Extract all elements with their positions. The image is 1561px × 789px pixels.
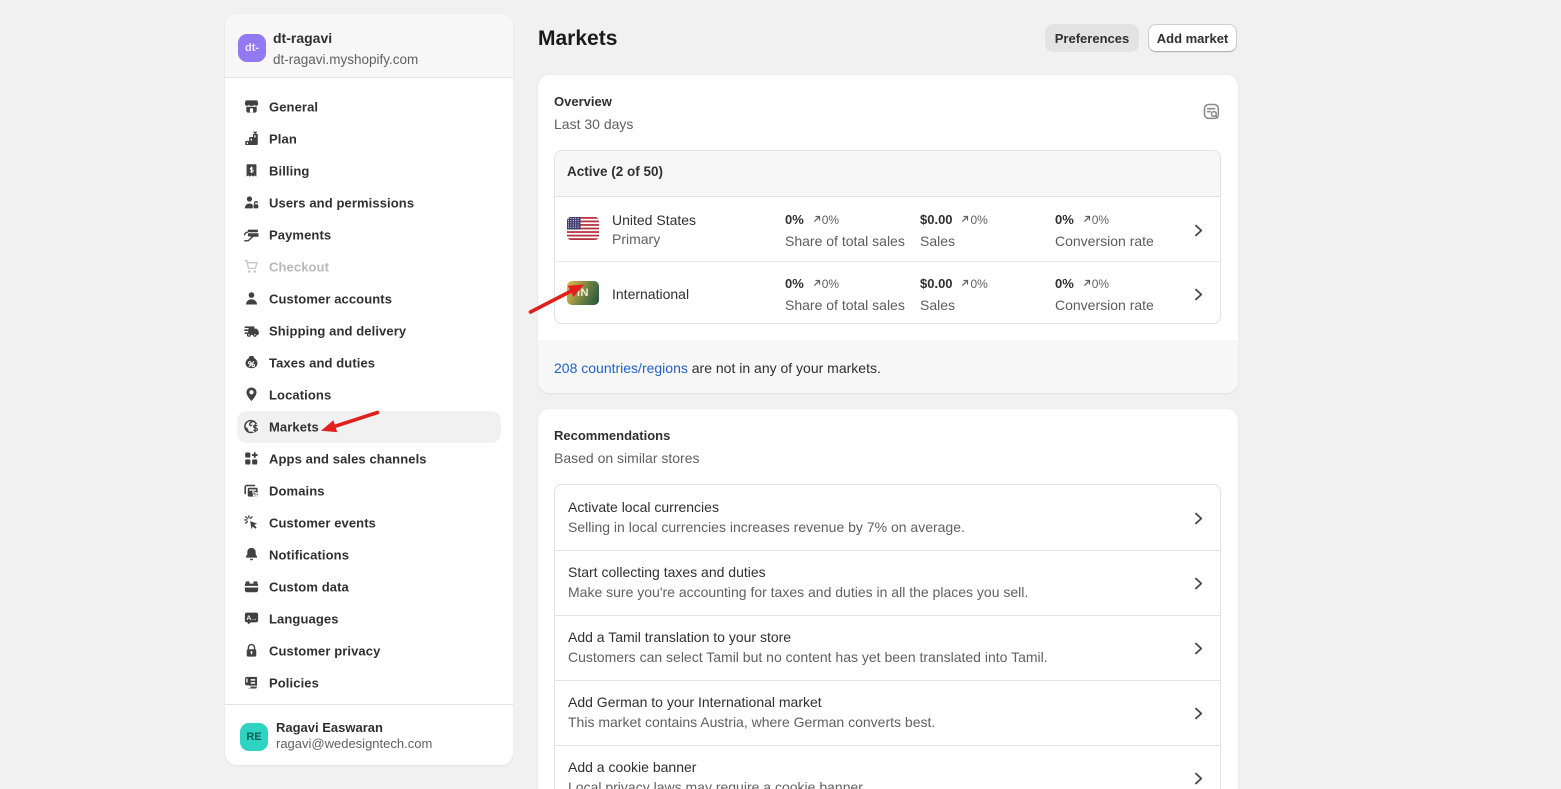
svg-text:→: → bbox=[251, 615, 257, 622]
